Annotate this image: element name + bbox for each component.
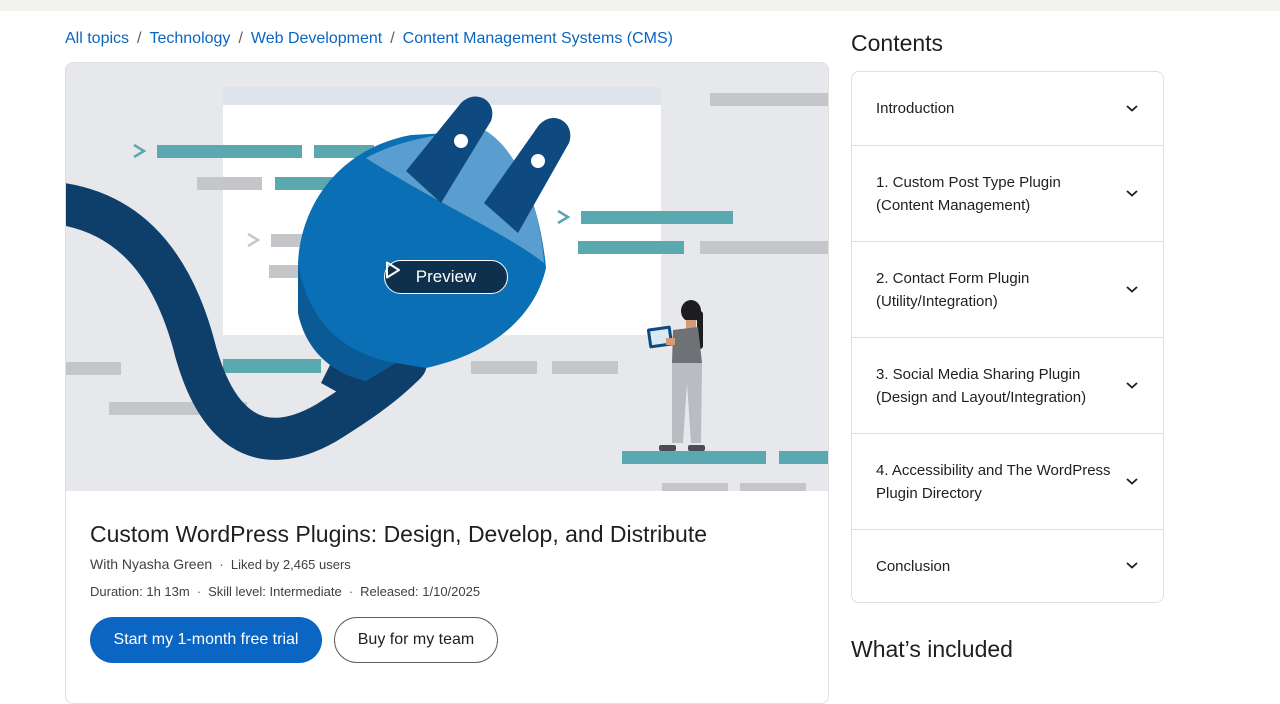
breadcrumb-separator: / [137, 30, 142, 47]
course-title: Custom WordPress Plugins: Design, Develo… [90, 521, 708, 547]
start-free-trial-button[interactable]: Start my 1-month free trial [90, 617, 322, 663]
toc-item-chapter-4[interactable]: 4. Accessibility and The WordPress Plugi… [852, 433, 1163, 529]
toc-item-chapter-3[interactable]: 3. Social Media Sharing Plugin (Design a… [852, 337, 1163, 433]
meta-dot-separator: · [348, 584, 354, 599]
course-info: Custom WordPress Plugins: Design, Develo… [66, 491, 828, 703]
toc-item-label: 1. Custom Post Type Plugin (Content Mana… [876, 173, 1061, 214]
buy-for-team-button[interactable]: Buy for my team [334, 617, 498, 663]
toc-item-introduction[interactable]: Introduction [852, 72, 1163, 145]
course-meta-secondary: Duration: 1h 13m · Skill level: Intermedia… [90, 584, 480, 599]
meta-dot-separator: · [219, 556, 224, 572]
breadcrumb-separator: / [238, 30, 243, 47]
breadcrumb-cms[interactable]: Content Management Systems (CMS) [403, 30, 673, 47]
toc-item-label: Conclusion [876, 557, 951, 575]
preview-button[interactable]: Preview [384, 260, 508, 294]
contents-accordion: Introduction 1. Custom Post Type Plugin … [851, 71, 1164, 603]
breadcrumb: All topics / Technology / Web Development / Co… [65, 30, 673, 48]
likes-count: Liked by 2,465 users [230, 557, 351, 572]
course-duration: Duration: 1h 13m [90, 584, 190, 599]
toc-item-chapter-1[interactable]: 1. Custom Post Type Plugin (Content Mana… [852, 145, 1163, 241]
preview-label: Preview [415, 267, 477, 286]
chevron-down-icon [1126, 104, 1138, 112]
instructor-name: With Nyasha Green [90, 556, 213, 572]
breadcrumb-web-development[interactable]: Web Development [251, 30, 382, 47]
play-icon [386, 261, 400, 279]
course-meta-primary: With Nyasha Green · Liked by 2,465 users [90, 556, 351, 572]
chevron-down-icon [1126, 285, 1138, 293]
toc-item-label: 4. Accessibility and The WordPress Plugi… [876, 461, 1111, 502]
course-hero-image[interactable]: Preview [66, 63, 828, 491]
toc-item-conclusion[interactable]: Conclusion [852, 529, 1163, 602]
toc-item-label: 2. Contact Form Plugin (Utility/Integrat… [876, 269, 1030, 310]
chevron-down-icon [1126, 477, 1138, 485]
meta-dot-separator: · [196, 584, 202, 599]
contents-heading: Contents [851, 30, 944, 56]
toc-item-label: Introduction [876, 100, 955, 117]
chevron-down-icon [1126, 381, 1138, 389]
toc-item-label: 3. Social Media Sharing Plugin (Design a… [876, 365, 1087, 406]
toc-item-chapter-2[interactable]: 2. Contact Form Plugin (Utility/Integrat… [852, 241, 1163, 337]
breadcrumb-technology[interactable]: Technology [149, 30, 230, 47]
breadcrumb-all-topics[interactable]: All topics [65, 30, 129, 47]
top-strip [0, 0, 1280, 11]
breadcrumb-separator: / [390, 30, 395, 47]
chevron-down-icon [1126, 189, 1138, 197]
course-card: Preview Custom WordPress Plugins: Design… [65, 62, 829, 704]
whats-included-heading: What’s included [851, 636, 1013, 662]
chevron-down-icon [1126, 562, 1138, 569]
skill-level: Skill level: Intermediate [208, 584, 342, 599]
release-date: Released: 1/10/2025 [360, 584, 481, 599]
